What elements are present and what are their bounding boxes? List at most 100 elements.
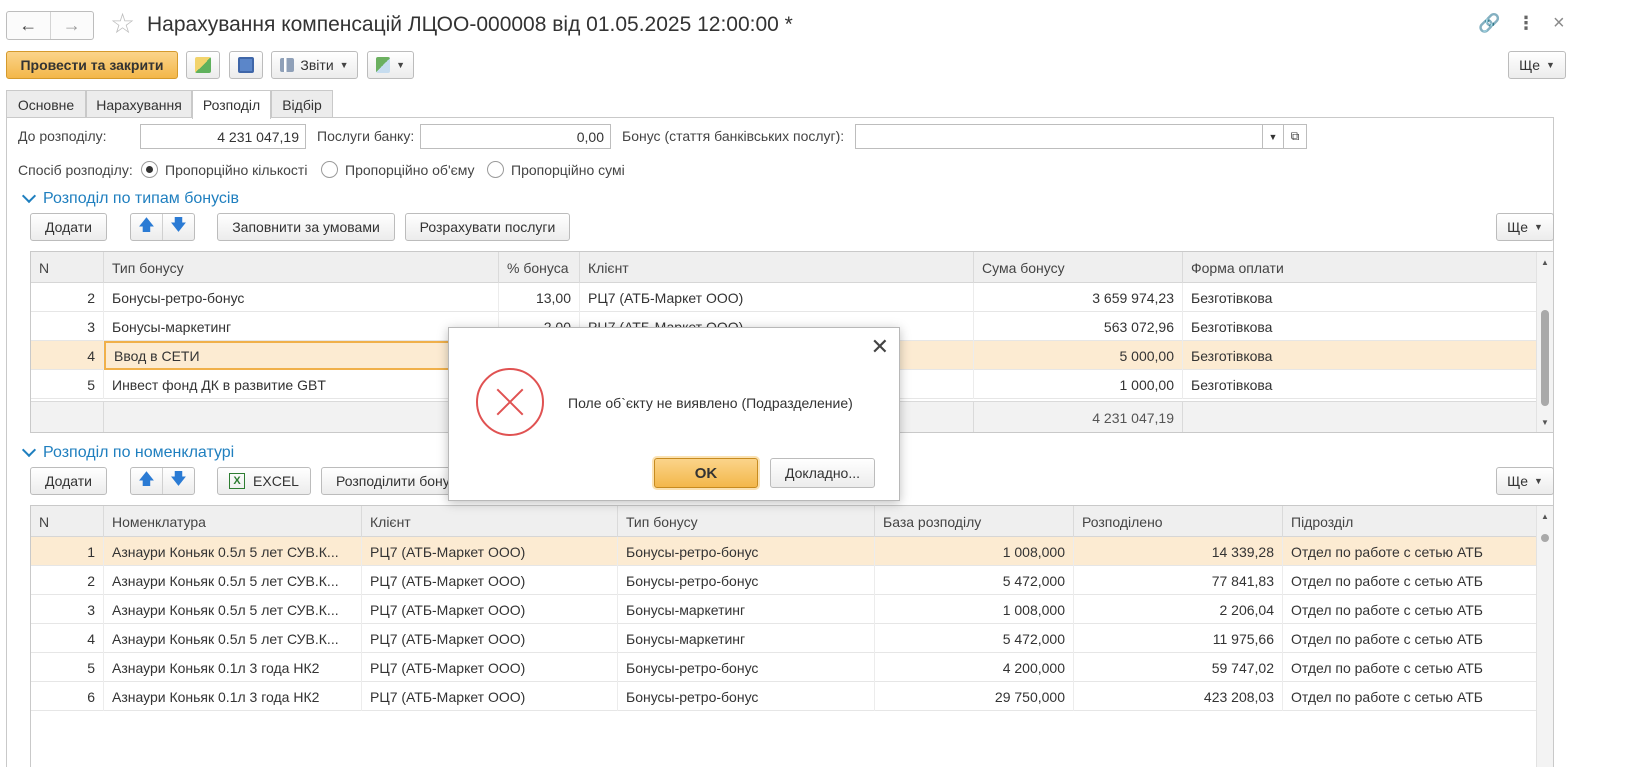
section-nomenclature-title[interactable]: Розподіл по номенклатурі bbox=[43, 444, 234, 462]
cell-nomenclature: Азнаури Коньяк 0.5л 5 лет СУВ.К... bbox=[104, 595, 362, 624]
table-row[interactable]: 3 Азнаури Коньяк 0.5л 5 лет СУВ.К... РЦ7… bbox=[31, 595, 1538, 624]
section1-more-button[interactable]: Ще ▼ bbox=[1496, 213, 1554, 241]
cell-bonus-sum: 5 000,00 bbox=[974, 341, 1183, 370]
col-payment-form[interactable]: Форма оплати bbox=[1183, 252, 1538, 283]
table-row[interactable]: 2 Бонусы-ретро-бонус 13,00 РЦ7 (АТБ-Марк… bbox=[31, 283, 1538, 312]
col-n[interactable]: N bbox=[31, 506, 104, 537]
tab-distribution[interactable]: Розподіл bbox=[192, 90, 271, 119]
cell-distributed: 2 206,04 bbox=[1074, 595, 1283, 624]
bonus-article-label: Бонус (стаття банківських послуг): bbox=[622, 128, 845, 144]
move-down-icon[interactable]: 🡇 bbox=[162, 214, 194, 240]
cell-client: РЦ7 (АТБ-Маркет ООО) bbox=[362, 624, 618, 653]
arrow-left-icon: ← bbox=[19, 15, 38, 35]
method-label: Спосіб розподілу: bbox=[18, 162, 133, 178]
cell-bonus-sum: 563 072,96 bbox=[974, 312, 1183, 341]
link-icon[interactable]: 🔗 bbox=[1478, 13, 1500, 34]
calculate-services-button[interactable]: Розрахувати послуги bbox=[405, 213, 570, 241]
tab-main[interactable]: Основне bbox=[6, 90, 86, 118]
dialog-message: Поле об`єкту не виявлено (Подразделение) bbox=[568, 395, 853, 411]
col-bonus-sum[interactable]: Сума бонусу bbox=[974, 252, 1183, 283]
col-n[interactable]: N bbox=[31, 252, 104, 283]
method-option-sum[interactable]: Пропорційно сумі bbox=[511, 162, 625, 178]
section2-more-button[interactable]: Ще ▼ bbox=[1496, 467, 1554, 495]
col-bonus-pct[interactable]: % бонуса bbox=[499, 252, 580, 283]
ok-button[interactable]: OK bbox=[654, 458, 758, 488]
cell-distribution-base: 5 472,000 bbox=[875, 624, 1074, 653]
cell-department: Отдел по работе с сетью АТБ bbox=[1283, 595, 1538, 624]
col-distribution-base[interactable]: База розподілу bbox=[875, 506, 1074, 537]
save-button[interactable] bbox=[229, 51, 263, 79]
col-nomenclature[interactable]: Номенклатура bbox=[104, 506, 362, 537]
move-down-icon[interactable]: 🡇 bbox=[162, 468, 194, 494]
fill-by-conditions-button[interactable]: Заповнити за умовами bbox=[217, 213, 395, 241]
vertical-scrollbar[interactable]: ▲ bbox=[1536, 506, 1553, 767]
table-row-selected[interactable]: 1 Азнаури Коньяк 0.5л 5 лет СУВ.К... РЦ7… bbox=[31, 537, 1538, 566]
scrollbar-thumb[interactable] bbox=[1541, 310, 1549, 406]
post-document-button[interactable] bbox=[186, 51, 220, 79]
bonus-dropdown-button[interactable]: ▼ bbox=[1262, 124, 1284, 149]
add-nomenclature-button[interactable]: Додати bbox=[30, 467, 107, 495]
post-and-close-button[interactable]: Провести та закрити bbox=[6, 51, 178, 79]
scroll-up-icon[interactable]: ▲ bbox=[1541, 512, 1549, 521]
col-bonus-type[interactable]: Тип бонусу bbox=[104, 252, 499, 283]
table-row[interactable]: 6 Азнаури Коньяк 0.1л 3 года НК2 РЦ7 (АТ… bbox=[31, 682, 1538, 711]
scroll-up-icon[interactable]: ▲ bbox=[1541, 258, 1549, 267]
cell-nomenclature: Азнаури Коньяк 0.5л 5 лет СУВ.К... bbox=[104, 566, 362, 595]
cell-client: РЦ7 (АТБ-Маркет ООО) bbox=[362, 595, 618, 624]
table-row[interactable]: 5 Азнаури Коньяк 0.1л 3 года НК2 РЦ7 (АТ… bbox=[31, 653, 1538, 682]
method-option-quantity[interactable]: Пропорційно кількості bbox=[165, 162, 307, 178]
col-client[interactable]: Клієнт bbox=[580, 252, 974, 283]
col-distributed[interactable]: Розподілено bbox=[1074, 506, 1283, 537]
favorite-star-icon[interactable]: ☆ bbox=[110, 10, 135, 38]
page-title: Нарахування компенсацій ЛЦОО-000008 від … bbox=[147, 13, 793, 36]
scroll-down-icon[interactable]: ▼ bbox=[1541, 418, 1549, 427]
section-bonus-types-title[interactable]: Розподіл по типам бонусів bbox=[43, 190, 239, 208]
cell-distributed: 14 339,28 bbox=[1074, 537, 1283, 566]
move-up-icon[interactable]: 🡅 bbox=[131, 468, 162, 494]
move-buttons: 🡅 🡇 bbox=[130, 213, 195, 241]
method-option-volume[interactable]: Пропорційно об'єму bbox=[345, 162, 475, 178]
bonus-open-button[interactable]: ⧉ bbox=[1283, 124, 1307, 149]
tab-selection[interactable]: Відбір bbox=[271, 90, 333, 118]
chevron-down-icon: ▼ bbox=[1268, 131, 1278, 142]
excel-button[interactable]: X EXCEL bbox=[217, 467, 311, 495]
cell-distributed: 11 975,66 bbox=[1074, 624, 1283, 653]
more-menu-icon[interactable]: ⋮ bbox=[1517, 13, 1535, 34]
cell-bonus-type: Бонусы-маркетинг bbox=[618, 624, 875, 653]
cell-n: 4 bbox=[31, 341, 104, 370]
method-radio-sum[interactable] bbox=[487, 161, 504, 178]
cell-client: РЦ7 (АТБ-Маркет ООО) bbox=[362, 537, 618, 566]
scrollbar-thumb[interactable] bbox=[1541, 534, 1549, 542]
total-bonus-sum: 4 231 047,19 bbox=[974, 402, 1183, 432]
cell-bonus-type: Бонусы-ретро-бонус bbox=[618, 653, 875, 682]
table-row[interactable]: 2 Азнаури Коньяк 0.5л 5 лет СУВ.К... РЦ7… bbox=[31, 566, 1538, 595]
details-button[interactable]: Докладно... bbox=[770, 458, 875, 488]
cell-payment-form: Безготівкова bbox=[1183, 283, 1538, 312]
cell-bonus-type: Бонусы-ретро-бонус bbox=[104, 283, 499, 312]
table-row[interactable]: 4 Азнаури Коньяк 0.5л 5 лет СУВ.К... РЦ7… bbox=[31, 624, 1538, 653]
bank-services-field[interactable]: 0,00 bbox=[420, 124, 611, 149]
bonus-article-field[interactable] bbox=[855, 124, 1283, 149]
more-button[interactable]: Ще ▼ bbox=[1508, 51, 1566, 79]
forward-button[interactable]: → bbox=[49, 12, 94, 39]
close-icon[interactable]: × bbox=[1553, 12, 1565, 35]
create-based-on-button[interactable]: ▼ bbox=[367, 51, 414, 79]
col-bonus-type[interactable]: Тип бонусу bbox=[618, 506, 875, 537]
cell-client: РЦ7 (АТБ-Маркет ООО) bbox=[580, 283, 974, 312]
cell-bonus-type-editing[interactable]: Ввод в СЕТИ bbox=[104, 341, 499, 370]
cell-distribution-base: 1 008,000 bbox=[875, 595, 1074, 624]
add-bonus-type-button[interactable]: Додати bbox=[30, 213, 107, 241]
cell-payment-form: Безготівкова bbox=[1183, 370, 1538, 399]
col-department[interactable]: Підрозділ bbox=[1283, 506, 1538, 537]
tab-accrual[interactable]: Нарахування bbox=[86, 90, 192, 118]
close-icon[interactable]: ✕ bbox=[871, 334, 889, 360]
move-up-icon[interactable]: 🡅 bbox=[131, 214, 162, 240]
method-radio-quantity[interactable] bbox=[141, 161, 158, 178]
bank-services-label: Послуги банку: bbox=[317, 128, 415, 144]
back-button[interactable]: ← bbox=[7, 12, 50, 39]
method-radio-volume[interactable] bbox=[321, 161, 338, 178]
vertical-scrollbar[interactable]: ▲ ▼ bbox=[1536, 252, 1553, 432]
col-client[interactable]: Клієнт bbox=[362, 506, 618, 537]
reports-button[interactable]: Звіти ▼ bbox=[271, 51, 358, 79]
to-distribute-field[interactable]: 4 231 047,19 bbox=[140, 124, 306, 149]
